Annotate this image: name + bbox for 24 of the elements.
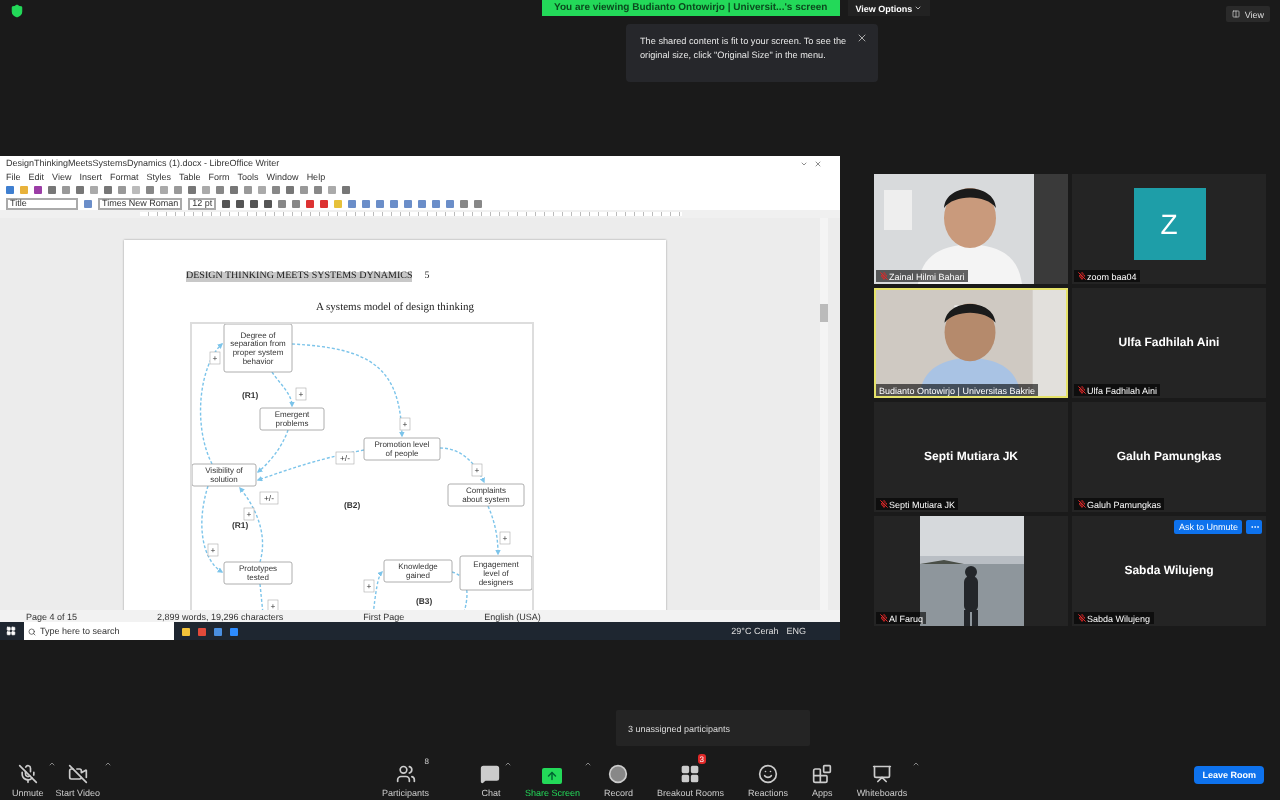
close-button[interactable] [856, 32, 868, 44]
apps-icon [812, 764, 833, 784]
connector-arrow [259, 583, 267, 610]
video-off-icon [67, 764, 88, 784]
whiteboard-icon [871, 764, 892, 784]
avatar: Z [1133, 187, 1205, 259]
muted-mic-icon [17, 764, 38, 784]
grid-icon [680, 764, 701, 784]
more-button[interactable] [1246, 520, 1262, 534]
record-icon [608, 764, 629, 784]
connector-arrow [371, 570, 383, 610]
chat-icon [480, 764, 501, 784]
search-icon [28, 627, 36, 635]
connector-arrow [439, 447, 485, 484]
windows-icon[interactable] [6, 626, 16, 636]
connector-arrow [201, 485, 224, 573]
connector-arrow [199, 342, 223, 465]
connector-arrow [451, 571, 468, 610]
layout-icon [1232, 10, 1241, 18]
smiley-icon [758, 764, 779, 784]
connector-arrow [487, 505, 501, 556]
shield-icon [10, 4, 24, 18]
share-screen-icon [542, 768, 563, 784]
participants-icon [395, 764, 416, 784]
